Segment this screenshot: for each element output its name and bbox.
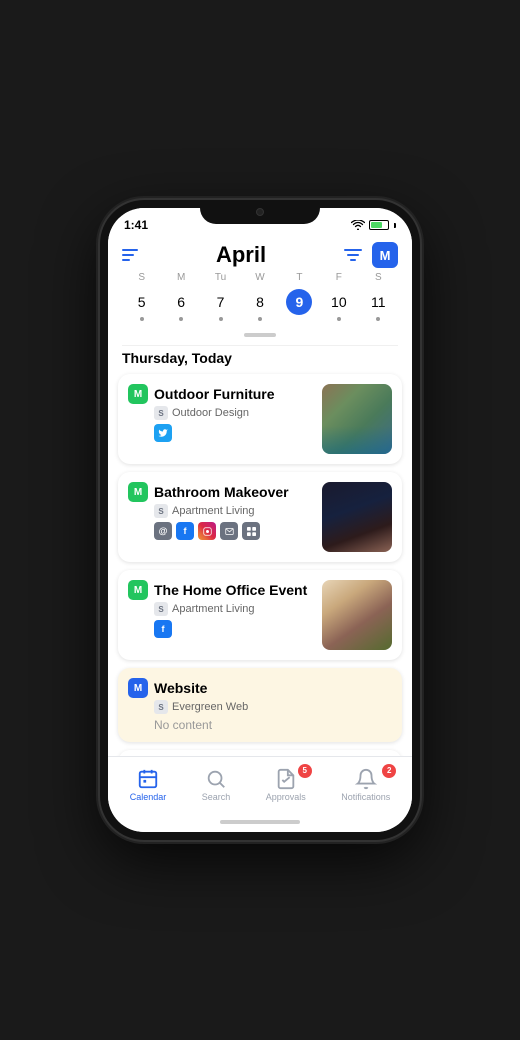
twitter-icon <box>154 424 172 442</box>
card-title-website: Website <box>154 680 207 696</box>
card-title-bathroom: Bathroom Makeover <box>154 484 289 500</box>
day-header-w: W <box>240 272 279 283</box>
search-nav-icon <box>205 768 227 790</box>
day-11[interactable]: 11 <box>359 287 398 323</box>
approvals-badge: 5 <box>298 764 312 778</box>
battery-tip <box>394 223 396 228</box>
card-subtitle-office: Apartment Living <box>172 603 255 615</box>
bell-nav-icon <box>355 768 377 790</box>
m-icon-green-3: M <box>128 580 148 600</box>
home-indicator <box>108 812 412 832</box>
day-header-f: F <box>319 272 358 283</box>
section-title: Thursday, Today <box>108 346 412 374</box>
app-header: April M <box>108 236 412 272</box>
card-top: M Outdoor Furniture S Outdoor Design <box>128 384 392 454</box>
m-icon-green: M <box>128 384 148 404</box>
card-subtitle-website: Evergreen Web <box>172 701 248 713</box>
card-image-outdoor <box>322 384 392 454</box>
s-icon-2: S <box>154 504 168 518</box>
scroll-indicator <box>108 329 412 345</box>
card-social-office: f <box>154 620 314 638</box>
day-header-s1: S <box>122 272 161 283</box>
card-image-bathroom <box>322 482 392 552</box>
approvals-nav-icon <box>275 768 297 790</box>
app-content: April M S M Tu <box>108 236 412 756</box>
nav-label-notifications: Notifications <box>341 792 390 802</box>
facebook-icon: f <box>176 522 194 540</box>
battery-icon <box>369 220 389 230</box>
grid-icon <box>242 522 260 540</box>
day-header-t: T <box>280 272 319 283</box>
header-actions: M <box>344 242 398 268</box>
day-6[interactable]: 6 <box>161 287 200 323</box>
instagram-icon <box>198 522 216 540</box>
nav-item-calendar[interactable]: Calendar <box>122 764 175 806</box>
s-icon-4: S <box>154 700 168 714</box>
card-title-outdoor: Outdoor Furniture <box>154 386 275 402</box>
card-outdoor-furniture[interactable]: M Outdoor Furniture S Outdoor Design <box>118 374 402 464</box>
day-headers: S M Tu W T F S <box>122 272 398 283</box>
status-icons <box>351 220 396 230</box>
card-image-office <box>322 580 392 650</box>
day-10[interactable]: 10 <box>319 287 358 323</box>
m-icon-green-2: M <box>128 482 148 502</box>
card-social-outdoor <box>154 424 314 442</box>
cards-container: M Outdoor Furniture S Outdoor Design <box>108 374 412 756</box>
day-9-today[interactable]: 9 <box>280 287 319 323</box>
card-subtitle-outdoor: Outdoor Design <box>172 407 249 419</box>
calendar-nav-icon <box>137 768 159 790</box>
s-icon: S <box>154 406 168 420</box>
wifi-icon <box>351 220 365 230</box>
card-title-office: The Home Office Event <box>154 582 307 598</box>
m-badge-button[interactable]: M <box>372 242 398 268</box>
nav-label-calendar: Calendar <box>130 792 167 802</box>
no-content-label: No content <box>154 718 392 732</box>
nav-label-search: Search <box>202 792 231 802</box>
m-icon-blue: M <box>128 678 148 698</box>
nav-item-approvals[interactable]: 5 Approvals <box>258 764 314 806</box>
card-home-office[interactable]: M The Home Office Event S Apartment Livi… <box>118 570 402 660</box>
camera <box>256 208 264 216</box>
home-pill <box>220 820 300 824</box>
notch <box>200 200 320 224</box>
day-8[interactable]: 8 <box>240 287 279 323</box>
day-row: 5 6 7 8 9 <box>122 287 398 323</box>
day-7[interactable]: 7 <box>201 287 240 323</box>
at-icon: @ <box>154 522 172 540</box>
email-icon <box>220 522 238 540</box>
nav-item-notifications[interactable]: 2 Notifications <box>333 764 398 806</box>
calendar-grid: S M Tu W T F S 5 6 <box>108 272 412 329</box>
header-title: April <box>216 242 266 268</box>
filter-icon[interactable] <box>344 248 362 262</box>
day-header-m: M <box>161 272 200 283</box>
phone-screen: 1:41 <box>108 208 412 832</box>
card-bathroom-makeover[interactable]: M Bathroom Makeover S Apartment Living @… <box>118 472 402 562</box>
notifications-badge: 2 <box>382 764 396 778</box>
nav-item-search[interactable]: Search <box>194 764 239 806</box>
card-subtitle-bathroom: Apartment Living <box>172 505 255 517</box>
phone-frame: 1:41 <box>100 200 420 840</box>
status-time: 1:41 <box>124 218 148 232</box>
s-icon-3: S <box>154 602 168 616</box>
day-header-s2: S <box>359 272 398 283</box>
card-social-bathroom: @ f <box>154 522 314 540</box>
menu-button[interactable] <box>122 249 138 261</box>
card-website[interactable]: M Website S Evergreen Web No content <box>118 668 402 742</box>
facebook-icon-2: f <box>154 620 172 638</box>
nav-label-approvals: Approvals <box>266 792 306 802</box>
bottom-nav: Calendar Search 5 Approvals <box>108 756 412 812</box>
day-5[interactable]: 5 <box>122 287 161 323</box>
day-header-tu: Tu <box>201 272 240 283</box>
